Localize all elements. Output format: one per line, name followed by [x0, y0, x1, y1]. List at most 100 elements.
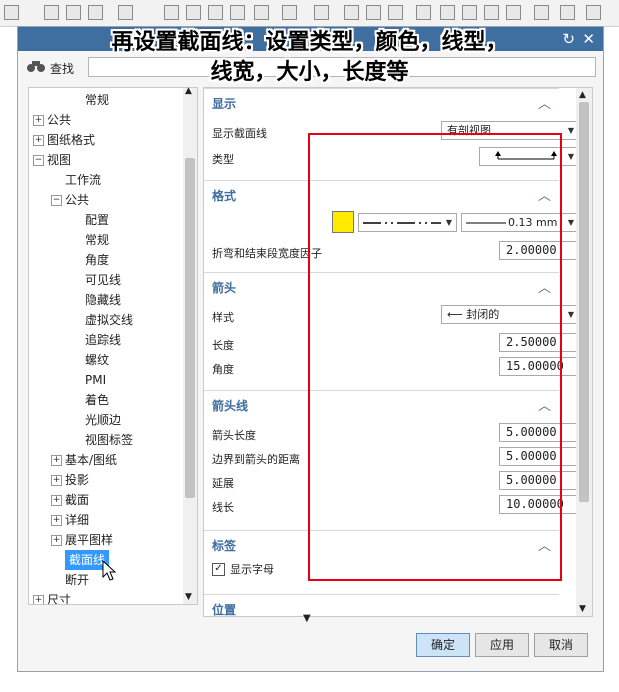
tree-item[interactable]: 断开 [65, 570, 89, 590]
chevron-down-icon: ▼ [567, 126, 574, 135]
tree-item[interactable]: 可见线 [85, 270, 121, 290]
expand-more-icon[interactable]: ▼ [303, 613, 311, 624]
toolbar-tool-icon[interactable] [388, 5, 403, 20]
toolbar-tool-icon[interactable] [66, 5, 81, 20]
tree-expander-icon[interactable]: + [33, 115, 44, 126]
toolbar-tool-icon[interactable] [186, 5, 201, 20]
chevron-down-icon: ▼ [567, 310, 574, 319]
tree-item[interactable]: 截面 [65, 490, 89, 510]
toolbar-tool-icon[interactable] [416, 5, 431, 20]
section-title: 格式 [212, 189, 237, 203]
section-title: 位置 [212, 603, 237, 617]
ok-button[interactable]: 确定 [416, 633, 470, 657]
tree-expander-icon[interactable]: + [51, 535, 62, 546]
tree-item[interactable]: 追踪线 [85, 330, 121, 350]
toolbar-tool-icon[interactable] [254, 5, 269, 20]
tree-item[interactable]: 公共 [65, 190, 89, 210]
tree-item[interactable]: 尺寸 [47, 590, 71, 604]
section-title: 标签 [212, 539, 237, 553]
tree-item[interactable]: 常规 [85, 230, 109, 250]
tree-item[interactable]: 展平图样 [65, 530, 113, 550]
border-distance-label: 边界到箭头的距离 [212, 453, 300, 466]
caption-line-1: 再设置截面线：设置类型，颜色，线型， [111, 30, 508, 55]
angle-label: 角度 [212, 363, 234, 376]
tree-scrollbar[interactable]: ▲ ▼ [183, 86, 197, 604]
tree-item[interactable]: 隐藏线 [85, 290, 121, 310]
tree-item[interactable]: 详细 [65, 510, 89, 530]
category-tree: 常规 + 公共 + 图纸格式 − 视图 工作流 − 公共 配置 常规 角度 可见线 隐藏线 虚拟交线 追踪线 螺纹… [28, 87, 198, 605]
section-title: 显示 [212, 97, 237, 111]
tree-expander-icon[interactable]: + [51, 515, 62, 526]
annotation-highlight-box [308, 133, 562, 581]
tree-expander-icon[interactable]: + [51, 495, 62, 506]
section-title: 箭头线 [212, 399, 249, 413]
toolbar-tool-icon[interactable] [44, 5, 59, 20]
toolbar-tool-icon[interactable] [440, 5, 455, 20]
tree-item[interactable]: 虚拟交线 [85, 310, 133, 330]
tree-item[interactable]: 视图标签 [85, 430, 133, 450]
extend-label: 延展 [212, 477, 234, 490]
toolbar-tool-icon[interactable] [344, 5, 359, 20]
apply-button[interactable]: 应用 [475, 633, 529, 657]
toolbar-tool-icon[interactable] [586, 5, 601, 20]
tree-item[interactable]: 着色 [85, 390, 109, 410]
toolbar-tool-icon[interactable] [208, 5, 223, 20]
tree-expander-icon[interactable]: + [51, 475, 62, 486]
type-label: 类型 [212, 153, 234, 166]
toolbar-tool-icon[interactable] [462, 5, 477, 20]
properties-scrollbar-thumb[interactable] [579, 102, 589, 502]
tree-item[interactable]: 视图 [47, 150, 71, 170]
toolbar-tool-icon[interactable] [534, 5, 549, 20]
toolbar-tool-icon[interactable] [560, 5, 575, 20]
cancel-button[interactable]: 取消 [534, 633, 588, 657]
app-toolbar [0, 0, 619, 27]
width-factor-label: 折弯和结束段宽度因子 [212, 247, 322, 260]
section-title: 箭头 [212, 281, 237, 295]
show-section-line-label: 显示截面线 [212, 127, 267, 140]
toolbar-tool-icon[interactable] [230, 5, 245, 20]
collapse-chevron-icon[interactable]: ︿ [538, 93, 551, 112]
tree-scrollbar-thumb[interactable] [185, 158, 195, 498]
tree-expander-icon[interactable]: − [51, 195, 62, 206]
toolbar-tool-icon[interactable] [118, 5, 133, 20]
tree-item[interactable]: 公共 [47, 110, 71, 130]
tutorial-caption: 再设置截面线：设置类型，颜色，线型， 线宽，大小，长度等 [0, 28, 619, 88]
toolbar-tool-icon[interactable] [506, 5, 521, 20]
tree-item[interactable]: 基本/图纸 [65, 450, 117, 470]
tree-expander-icon[interactable]: + [51, 455, 62, 466]
tree-expander-icon[interactable]: + [33, 595, 44, 604]
tree-item[interactable]: 螺纹 [85, 350, 109, 370]
tree-expander-icon[interactable]: + [33, 135, 44, 146]
arrow-length-label: 箭头长度 [212, 429, 256, 442]
show-letters-label: 显示字母 [230, 563, 274, 576]
scroll-up-icon[interactable]: ▲ [579, 90, 586, 100]
mouse-cursor-icon [102, 560, 117, 581]
position-section: 位置 [204, 594, 559, 617]
tree-item[interactable]: 常规 [85, 90, 109, 110]
show-letters-checkbox[interactable]: ✓ [212, 563, 225, 576]
toolbar-tool-icon[interactable] [88, 5, 103, 20]
tree-item[interactable]: PMI [85, 370, 106, 390]
toolbar-tool-icon[interactable] [366, 5, 381, 20]
chevron-down-icon: ▼ [567, 152, 574, 161]
toolbar-tool-icon[interactable] [282, 5, 297, 20]
tree-item[interactable]: 配置 [85, 210, 109, 230]
scroll-down-icon[interactable]: ▼ [185, 592, 192, 602]
toolbar-tool-icon[interactable] [164, 5, 179, 20]
style-label: 样式 [212, 311, 234, 324]
tree-item[interactable]: 图纸格式 [47, 130, 95, 150]
length-label: 长度 [212, 339, 234, 352]
scroll-down-icon[interactable]: ▼ [579, 604, 586, 614]
toolbar-tool-icon[interactable] [484, 5, 499, 20]
properties-scrollbar[interactable]: ▲ ▼ [576, 88, 592, 616]
toolbar-tool-icon[interactable] [314, 5, 329, 20]
chevron-down-icon: ▼ [567, 218, 574, 227]
line-length-label: 线长 [212, 501, 234, 514]
caption-line-2: 线宽，大小，长度等 [210, 60, 409, 85]
tree-item[interactable]: 投影 [65, 470, 89, 490]
toolbar-tool-icon[interactable] [4, 5, 19, 20]
tree-item[interactable]: 角度 [85, 250, 109, 270]
tree-expander-icon[interactable]: − [33, 155, 44, 166]
tree-item[interactable]: 工作流 [65, 170, 101, 190]
tree-item[interactable]: 光顺边 [85, 410, 121, 430]
